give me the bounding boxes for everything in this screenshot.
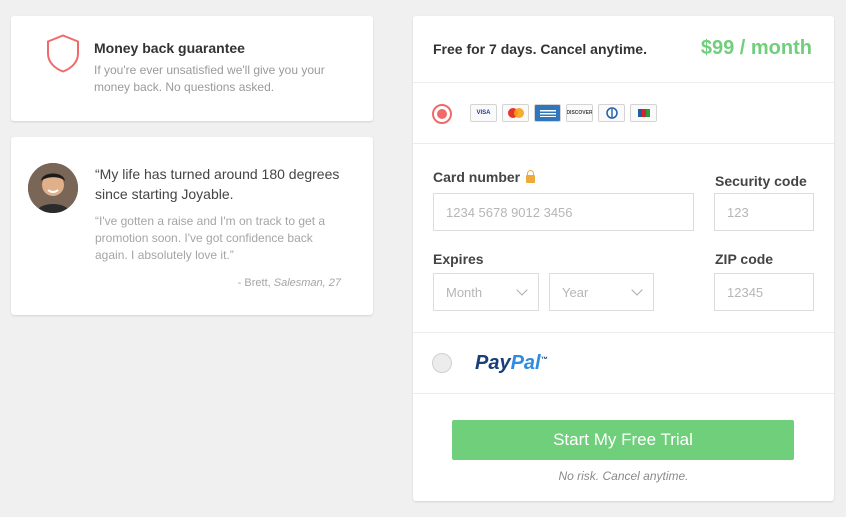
- discover-label: DISCOVER: [566, 110, 593, 116]
- security-code-input[interactable]: 123: [714, 193, 814, 231]
- zip-code-label: ZIP code: [715, 251, 774, 267]
- guarantee-title: Money back guarantee: [94, 40, 245, 56]
- plan-summary: Free for 7 days. Cancel anytime.: [433, 41, 647, 57]
- card-radio-button[interactable]: [432, 104, 452, 124]
- card-brands: VISA DISCOVER: [470, 104, 657, 122]
- expiry-year-value: Year: [562, 284, 589, 300]
- zip-code-input[interactable]: 12345: [714, 273, 814, 311]
- security-code-label: Security code: [715, 173, 807, 189]
- guarantee-card: Money back guarantee If you're ever unsa…: [11, 16, 373, 121]
- expires-label: Expires: [433, 251, 484, 267]
- visa-icon: VISA: [470, 104, 497, 122]
- card-number-label-text: Card number: [433, 169, 521, 185]
- guarantee-description: If you're ever unsatisfied we'll give yo…: [94, 63, 325, 94]
- author-name: - Brett,: [237, 277, 274, 289]
- lock-icon: [526, 170, 536, 183]
- plan-price: $99 / month: [700, 37, 812, 59]
- cta-note: No risk. Cancel anytime.: [558, 469, 689, 483]
- testimonial-detail: “I've gotten a raise and I'm on track to…: [95, 214, 326, 262]
- card-option: VISA DISCOVER: [413, 83, 834, 144]
- card-number-input[interactable]: 1234 5678 9012 3456: [433, 193, 694, 231]
- expiry-month-value: Month: [446, 284, 483, 300]
- card-number-label: Card number: [433, 169, 536, 185]
- payment-card: Free for 7 days. Cancel anytime. $99 / m…: [413, 16, 834, 501]
- testimonial-quote: “My life has turned around 180 degrees s…: [95, 166, 340, 202]
- author-role: Salesman, 27: [273, 277, 341, 289]
- paypal-pal: Pal: [510, 352, 541, 374]
- paypal-tm: ™: [540, 356, 548, 364]
- expiry-year-select[interactable]: Year: [549, 273, 654, 311]
- jcb-icon: [630, 104, 657, 122]
- shield-icon: [45, 34, 81, 79]
- discover-icon: DISCOVER: [566, 104, 593, 122]
- testimonial-author: - Brett, Salesman, 27: [238, 277, 341, 289]
- diners-icon: [598, 104, 625, 122]
- amex-icon: [534, 104, 561, 122]
- start-free-trial-button[interactable]: Start My Free Trial: [452, 420, 794, 460]
- paypal-logo: PayPal™: [475, 352, 548, 375]
- card-form: Card number 1234 5678 9012 3456 Security…: [413, 144, 834, 333]
- testimonial-card: “My life has turned around 180 degrees s…: [11, 137, 373, 315]
- chevron-down-icon: [631, 284, 643, 296]
- paypal-radio-button[interactable]: [432, 353, 452, 373]
- paypal-pay: Pay: [475, 352, 511, 374]
- paypal-option: PayPal™: [413, 333, 834, 394]
- mastercard-icon: [502, 104, 529, 122]
- plan-header: Free for 7 days. Cancel anytime. $99 / m…: [413, 16, 834, 83]
- expiry-month-select[interactable]: Month: [433, 273, 539, 311]
- avatar: [28, 163, 78, 213]
- chevron-down-icon: [516, 284, 528, 296]
